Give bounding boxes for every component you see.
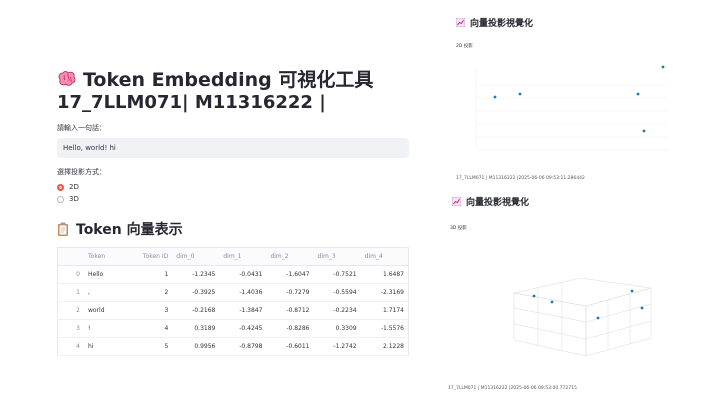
cell-dim-1: -0.8798 — [219, 337, 267, 356]
plot-3d-caption: 17_7LLM071 | M11316222 |2025-06-06 09:53… — [448, 386, 577, 391]
cell-index: 2 — [57, 301, 84, 320]
cell-token-id: 4 — [121, 319, 173, 338]
col-dim-2[interactable]: dim_2 — [266, 247, 314, 266]
cell-dim-1: -0.4245 — [219, 319, 267, 338]
cell-token: ! — [84, 319, 122, 338]
col-dim-3[interactable]: dim_3 — [313, 247, 361, 266]
plot-3d-point[interactable] — [532, 294, 536, 298]
cell-dim-0: -0.2168 — [172, 301, 220, 320]
cell-dim-2: -0.7279 — [266, 283, 314, 302]
plot-2d-grid — [476, 84, 668, 138]
cell-token-id: 3 — [121, 301, 173, 320]
plot-2d-point[interactable] — [518, 92, 522, 96]
cell-token-id: 5 — [121, 337, 173, 356]
plot-3d-point[interactable] — [640, 306, 644, 310]
radio-dot-2d[interactable] — [57, 183, 64, 191]
chart-icon — [452, 197, 461, 206]
plot-3d[interactable] — [486, 258, 696, 378]
col-dim-4[interactable]: dim_4 — [360, 247, 409, 266]
cell-dim-0: -0.3925 — [172, 283, 220, 302]
cell-token: Hello — [84, 265, 122, 284]
cell-dim-3: -0.7521 — [313, 265, 361, 284]
radio-option-3d-label: 3D — [69, 195, 79, 203]
radio-option-2d-label: 2D — [69, 183, 79, 191]
cell-token-id: 1 — [121, 265, 173, 284]
radio-option-3d[interactable]: 3D — [57, 193, 409, 205]
cell-index: 4 — [57, 337, 84, 356]
cell-dim-0: 0.3189 — [172, 319, 220, 338]
cell-dim-4: -2.3169 — [360, 283, 409, 302]
sentence-input-value: Hello, world! hi — [63, 144, 116, 152]
cell-dim-3: 0.3309 — [313, 319, 361, 338]
cell-dim-3: -0.5594 — [313, 283, 361, 302]
cell-dim-1: -1.4036 — [219, 283, 267, 302]
main-column: Token Embedding 可視化工具 17_7LLM071| M11316… — [57, 68, 409, 356]
projection-radio-group: 2D 3D — [57, 181, 409, 205]
cell-dim-2: -0.8712 — [266, 301, 314, 320]
plot-2d-caption: 17_7LLM071 | M11316222 |2025-06-06 09:53… — [456, 176, 585, 181]
plot-3d-point[interactable] — [630, 289, 634, 293]
cell-dim-1: -0.0431 — [219, 265, 267, 284]
page-title-text: Token Embedding 可視化工具 — [83, 69, 374, 91]
cell-dim-4: 1.7174 — [360, 301, 409, 320]
cell-dim-1: -1.3847 — [219, 301, 267, 320]
col-token-id[interactable]: Token ID — [121, 247, 173, 266]
projection-heading-3d: 向量投影視覺化 — [452, 195, 529, 208]
plot-3d-title: 3D 投影 — [450, 226, 467, 231]
table-row[interactable]: 1 , 2 -0.3925 -1.4036 -0.7279 -0.5594 -2… — [57, 283, 409, 302]
embedding-table[interactable]: Token Token ID dim_0 dim_1 dim_2 dim_3 d… — [57, 247, 409, 356]
col-dim-1[interactable]: dim_1 — [219, 247, 267, 266]
page-title: Token Embedding 可視化工具 — [57, 68, 409, 92]
plot-2d-point[interactable] — [636, 92, 640, 96]
projection-heading-2d: 向量投影視覺化 — [456, 16, 533, 29]
plot-3d-point[interactable] — [596, 316, 600, 320]
sentence-input[interactable]: Hello, world! hi — [57, 138, 409, 158]
clipboard-icon — [58, 222, 68, 236]
table-heading-text: Token 向量表示 — [76, 222, 183, 238]
cell-dim-0: 0.9956 — [172, 337, 220, 356]
table-header-row: Token Token ID dim_0 dim_1 dim_2 dim_3 d… — [57, 247, 409, 266]
cell-dim-2: -0.8286 — [266, 319, 314, 338]
plot-2d-point[interactable] — [661, 65, 665, 69]
cell-dim-4: 1.6487 — [360, 265, 409, 284]
cell-dim-3: -0.2234 — [313, 301, 361, 320]
plot-3d-point[interactable] — [550, 300, 554, 304]
col-dim-0[interactable]: dim_0 — [172, 247, 220, 266]
brain-icon — [58, 71, 76, 86]
projection-heading-3d-text: 向量投影視覺化 — [466, 198, 530, 208]
radio-dot-3d[interactable] — [57, 195, 64, 203]
cell-index: 1 — [57, 283, 84, 302]
cell-dim-0: -1.2345 — [172, 265, 220, 284]
cell-dim-3: -1.2742 — [313, 337, 361, 356]
table-row[interactable]: 2 world 3 -0.2168 -1.3847 -0.8712 -0.223… — [57, 301, 409, 320]
table-row[interactable]: 0 Hello 1 -1.2345 -0.0431 -1.6047 -0.752… — [57, 265, 409, 284]
plot-3d-axes — [513, 277, 652, 357]
plot-2d[interactable] — [456, 52, 676, 162]
cell-dim-2: -0.6011 — [266, 337, 314, 356]
plot-2d-point[interactable] — [642, 129, 646, 133]
projection-heading-2d-text: 向量投影視覺化 — [470, 19, 534, 29]
input-label: 請輸入一句話： — [57, 124, 106, 132]
chart-icon — [456, 18, 465, 27]
cell-dim-2: -1.6047 — [266, 265, 314, 284]
cell-token: , — [84, 283, 122, 302]
table-heading: Token 向量表示 — [57, 219, 409, 239]
cell-token: world — [84, 301, 122, 320]
radio-label: 選擇投影方式： — [57, 168, 106, 176]
plot-2d-point[interactable] — [493, 95, 497, 99]
plot-2d-title: 2D 投影 — [456, 44, 473, 49]
cell-dim-4: 2.1228 — [360, 337, 409, 356]
radio-option-2d[interactable]: 2D — [57, 181, 409, 193]
cell-index: 0 — [57, 265, 84, 284]
cell-dim-4: -1.5576 — [360, 319, 409, 338]
table-row[interactable]: 4 hi 5 0.9956 -0.8798 -0.6011 -1.2742 2.… — [57, 337, 409, 356]
cell-index: 3 — [57, 319, 84, 338]
cell-token-id: 2 — [121, 283, 173, 302]
col-index[interactable] — [57, 247, 84, 266]
table-row[interactable]: 3 ! 4 0.3189 -0.4245 -0.8286 0.3309 -1.5… — [57, 319, 409, 338]
page-subtitle: 17_7LLM071| M11316222 | — [57, 92, 326, 113]
cell-token: hi — [84, 337, 122, 356]
col-token[interactable]: Token — [84, 247, 122, 266]
